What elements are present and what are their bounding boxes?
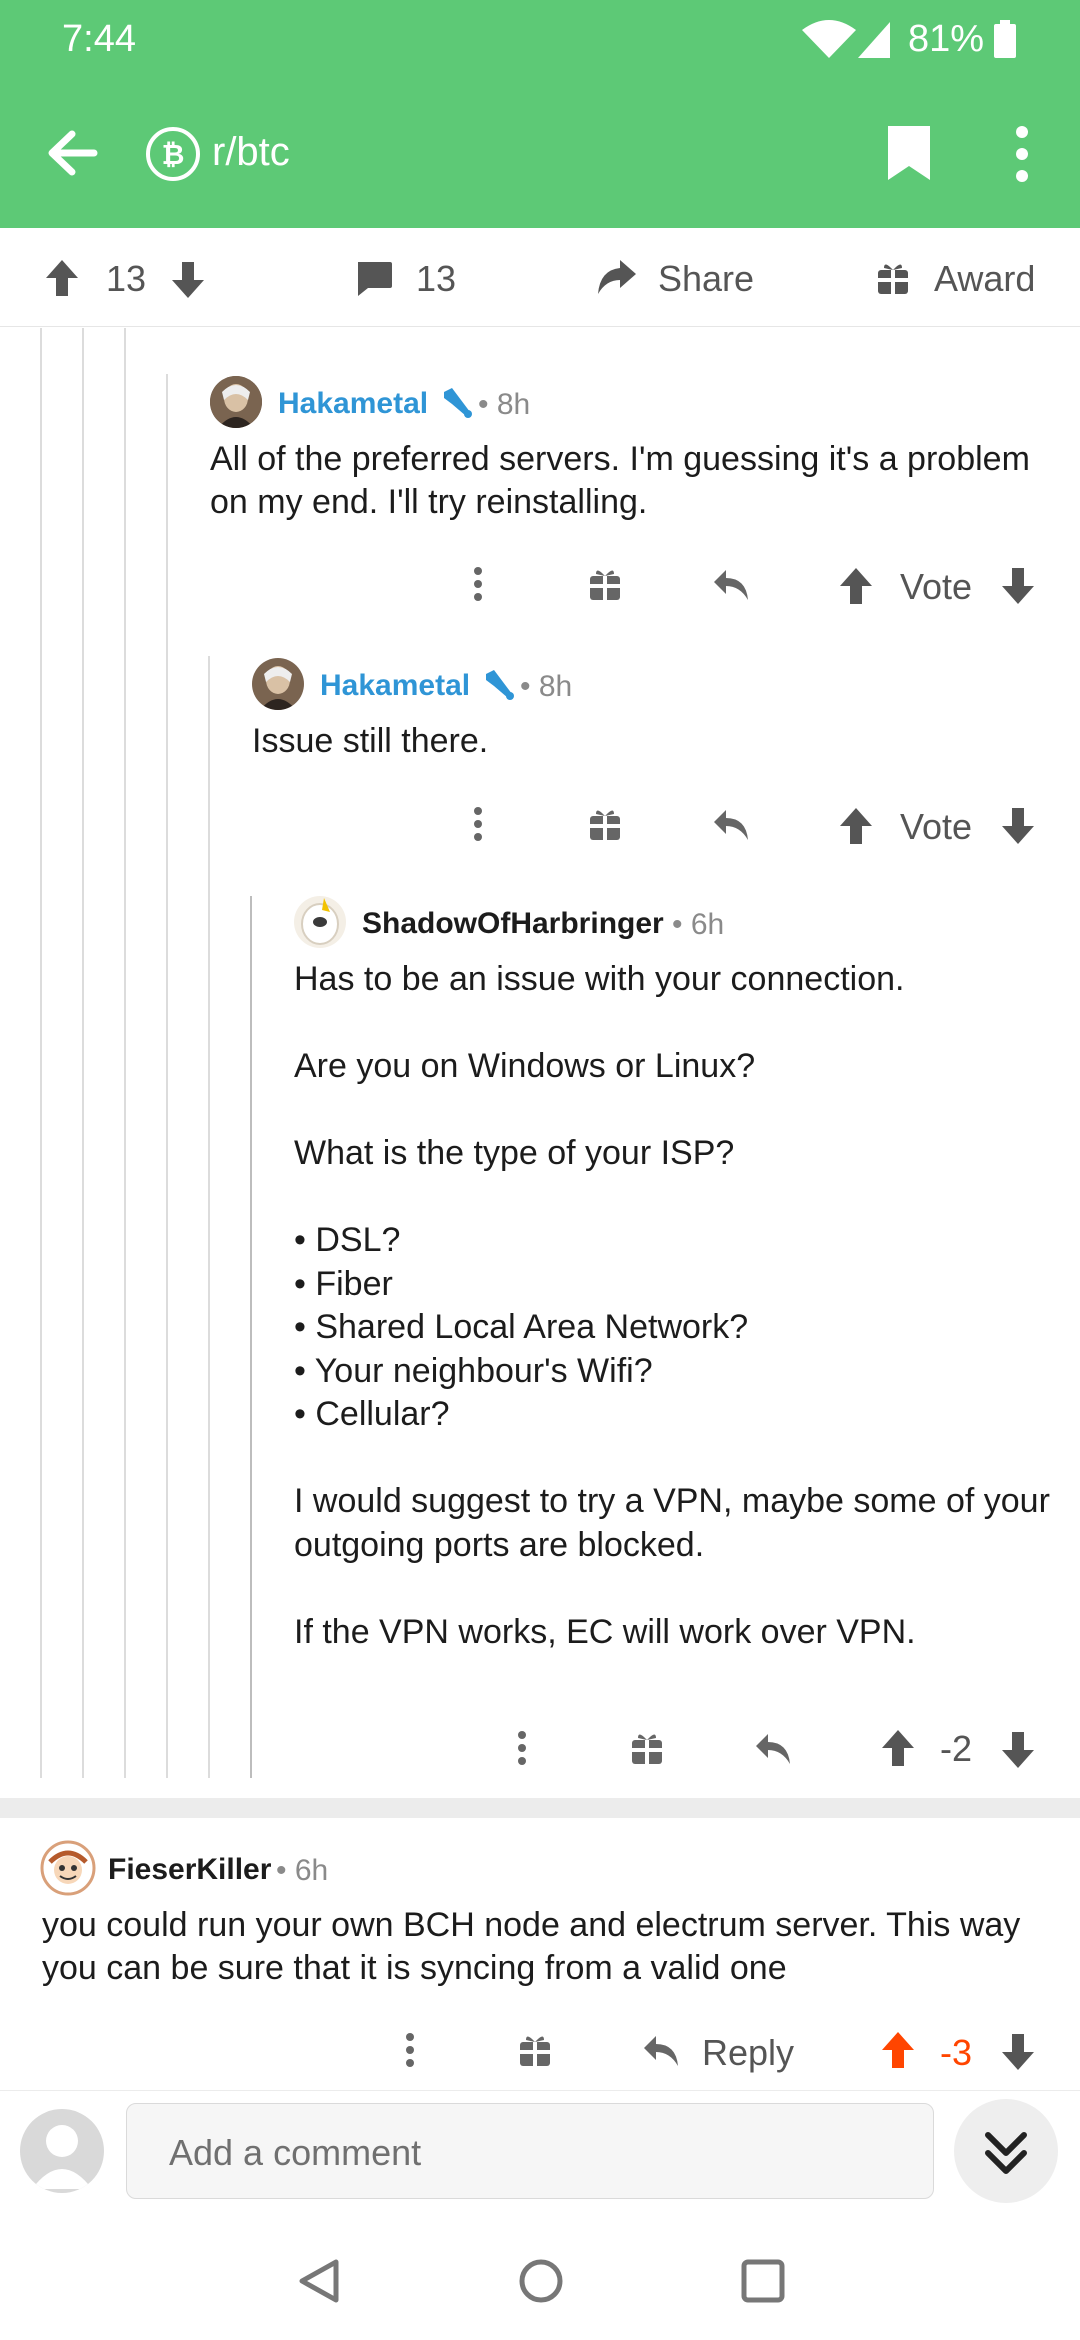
status-time: 7:44: [62, 18, 136, 60]
battery-icon: [994, 20, 1016, 63]
nav-back-icon[interactable]: [296, 2258, 342, 2309]
status-bar: 7:44 81%: [0, 0, 1080, 80]
app-bar: ₿ r/btc: [0, 80, 1080, 228]
double-chevron-down-icon: [985, 2132, 1027, 2174]
award-button[interactable]: Award: [934, 258, 1035, 300]
battery-percent: 81%: [908, 18, 985, 60]
downvote-icon[interactable]: [1000, 566, 1036, 611]
wifi-icon: [800, 20, 858, 65]
vote-label: Vote: [900, 566, 973, 607]
comment-age: • 6h: [276, 1854, 329, 1887]
post-score: 13: [106, 258, 147, 299]
avatar[interactable]: [252, 658, 304, 710]
award-gift-icon[interactable]: [876, 260, 910, 301]
more-options-icon[interactable]: [516, 1730, 528, 1771]
comment-author[interactable]: FieserKiller: [108, 1853, 271, 1887]
comment-body: Issue still there.: [252, 722, 489, 760]
mod-wrench-icon: [482, 668, 516, 707]
mod-wrench-icon: [440, 386, 474, 425]
comment-body: you could run your own BCH node and elec…: [42, 1906, 1021, 1987]
thread-line: [40, 328, 42, 1778]
comments-icon[interactable]: [354, 260, 394, 303]
share-button[interactable]: Share: [658, 258, 754, 300]
comment-count[interactable]: 13: [416, 258, 456, 300]
award-gift-icon[interactable]: [518, 2032, 552, 2073]
upvote-icon[interactable]: [838, 806, 874, 851]
downvote-icon[interactable]: [1000, 1730, 1036, 1775]
overflow-menu-icon[interactable]: [1012, 124, 1032, 189]
add-comment-input[interactable]: Add a comment: [126, 2103, 934, 2199]
upvote-icon[interactable]: [880, 1728, 916, 1773]
more-options-icon[interactable]: [404, 2032, 416, 2073]
nav-recents-icon[interactable]: [740, 2258, 786, 2309]
upvote-icon[interactable]: [44, 258, 80, 303]
share-icon[interactable]: [596, 258, 638, 303]
reply-icon[interactable]: [642, 2034, 680, 2073]
vote-score: -3: [940, 2032, 973, 2073]
reply-button[interactable]: Reply: [702, 2032, 794, 2074]
post-actions-bar: 13 13 Share Award: [0, 228, 1080, 327]
cell-signal-icon: [856, 20, 892, 65]
comment-author[interactable]: ShadowOfHarbringer: [362, 907, 664, 941]
comment-author[interactable]: Hakametal: [278, 387, 428, 421]
more-options-icon[interactable]: [472, 806, 484, 847]
thread-line: [208, 656, 210, 1778]
vote-score: -2: [940, 1728, 973, 1769]
award-gift-icon[interactable]: [630, 1730, 664, 1771]
comment-age: • 6h: [672, 908, 725, 941]
thread-line: [124, 328, 126, 1778]
downvote-icon[interactable]: [1000, 2032, 1036, 2077]
system-nav-bar: [0, 2220, 1080, 2340]
user-avatar[interactable]: [20, 2109, 104, 2193]
thread-line: [82, 328, 84, 1778]
vote-label: Vote: [900, 806, 973, 847]
comment-age: • 8h: [478, 388, 531, 421]
back-arrow-icon[interactable]: [46, 128, 98, 183]
more-options-icon[interactable]: [472, 566, 484, 607]
add-comment-placeholder: Add a comment: [169, 2132, 422, 2173]
subreddit-title[interactable]: r/btc: [212, 130, 290, 175]
avatar[interactable]: [294, 896, 346, 948]
nav-home-icon[interactable]: [518, 2258, 564, 2309]
avatar[interactable]: [210, 376, 262, 428]
comment-body: Has to be an issue with your connection.…: [294, 960, 1050, 1651]
upvote-icon-active[interactable]: [880, 2030, 916, 2075]
avatar[interactable]: [40, 1840, 96, 1896]
comment-body: All of the preferred servers. I'm guessi…: [210, 440, 1030, 521]
award-gift-icon[interactable]: [588, 566, 622, 607]
upvote-icon[interactable]: [838, 566, 874, 611]
thread-line: [250, 896, 252, 1778]
reply-icon[interactable]: [754, 1732, 792, 1771]
comment-age: • 8h: [520, 670, 573, 703]
scroll-next-button[interactable]: [954, 2099, 1058, 2203]
downvote-icon[interactable]: [1000, 806, 1036, 851]
comment-composer: Add a comment: [0, 2090, 1080, 2221]
reply-icon[interactable]: [712, 568, 750, 607]
reply-icon[interactable]: [712, 808, 750, 847]
subreddit-bitcoin-icon: ₿: [145, 126, 201, 187]
svg-text:₿: ₿: [162, 138, 185, 171]
comment-divider: [0, 1798, 1080, 1818]
comment-author[interactable]: Hakametal: [320, 669, 470, 703]
thread-line: [166, 374, 168, 1778]
downvote-icon[interactable]: [170, 260, 206, 305]
bookmark-icon[interactable]: [886, 124, 932, 187]
award-gift-icon[interactable]: [588, 806, 622, 847]
